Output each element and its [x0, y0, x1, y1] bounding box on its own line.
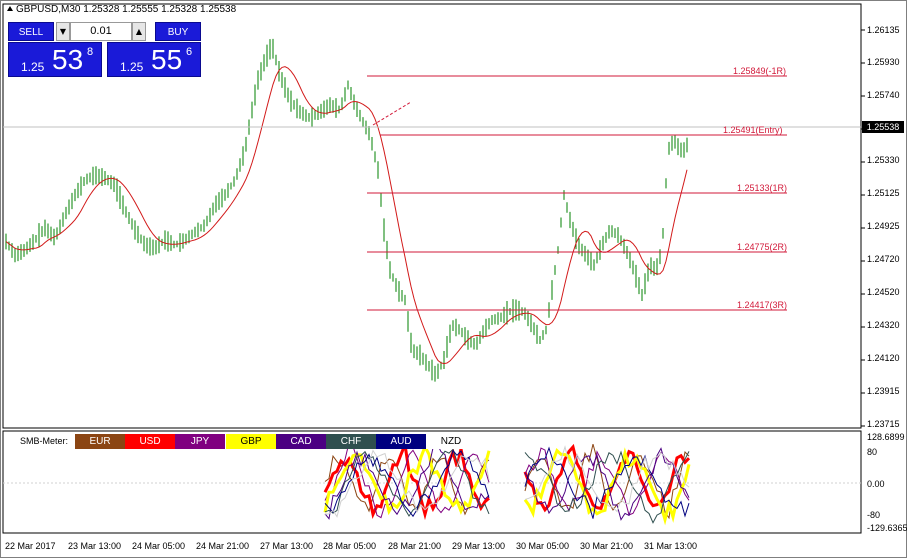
buy-price-fraction: 6 — [186, 46, 193, 58]
symbol-title-text: GBPUSD,M30 1.25328 1.25555 1.25328 1.255… — [16, 4, 237, 15]
price-axis-label: 1.25740 — [867, 90, 900, 100]
currency-button-chf[interactable]: CHF — [326, 434, 376, 449]
time-axis-label: 27 Mar 13:00 — [260, 541, 314, 551]
indicator-axis-label: 80 — [867, 447, 878, 457]
time-axis-label: 31 Mar 13:00 — [644, 541, 698, 551]
sell-price-prefix: 1.25 — [21, 60, 45, 74]
currency-button-usd[interactable]: USD — [125, 434, 175, 449]
time-axis-label: 30 Mar 05:00 — [516, 541, 570, 551]
price-axis-label: 1.23715 — [867, 419, 900, 429]
sell-button[interactable]: SELL — [8, 22, 54, 41]
time-axis-label: 24 Mar 21:00 — [196, 541, 250, 551]
lot-size-input[interactable]: 0.01 — [70, 22, 132, 41]
time-axis-label: 30 Mar 21:00 — [580, 541, 634, 551]
level-label-1r: 1.25133(1R) — [737, 183, 788, 193]
time-axis-label: 28 Mar 05:00 — [323, 541, 377, 551]
indicator-axis-label: 128.6899 — [867, 432, 905, 442]
buy-price-pips: 55 — [151, 44, 183, 75]
price-axis-label: 1.24320 — [867, 320, 900, 330]
price-axis-label: 1.25125 — [867, 188, 900, 198]
price-axis-label: 1.24120 — [867, 353, 900, 363]
time-axis-label: 24 Mar 05:00 — [132, 541, 186, 551]
indicator-axis-label: 0.00 — [867, 479, 885, 489]
sell-price-box[interactable]: 1.25 53 8 — [8, 42, 102, 77]
level-label-minus-1r: 1.25849(-1R) — [733, 66, 787, 76]
symbol-title: GBPUSD,M30 1.25328 1.25555 1.25328 1.255… — [7, 4, 236, 15]
time-axis-label: 28 Mar 21:00 — [388, 541, 442, 551]
buy-price-prefix: 1.25 — [120, 60, 144, 74]
sell-price-fraction: 8 — [87, 46, 94, 58]
currency-button-cad[interactable]: CAD — [276, 434, 326, 449]
currency-button-jpy[interactable]: JPY — [175, 434, 225, 449]
time-axis-label: 29 Mar 13:00 — [452, 541, 506, 551]
level-label-entry: 1.25491(Entry) — [723, 125, 783, 135]
price-axis-label: 1.25330 — [867, 155, 900, 165]
time-axis-label: 22 Mar 2017 — [5, 541, 56, 551]
sell-price-pips: 53 — [52, 44, 84, 75]
indicator-axis-label: -80 — [867, 510, 881, 520]
price-axis-label: 1.24925 — [867, 221, 900, 231]
level-label-2r: 1.24775(2R) — [737, 242, 788, 252]
price-axis-label: 1.25930 — [867, 57, 900, 67]
price-axis-label: 1.26135 — [867, 25, 900, 35]
buy-button[interactable]: BUY — [155, 22, 201, 41]
currency-button-eur[interactable]: EUR — [75, 434, 125, 449]
currency-button-gbp[interactable]: GBP — [226, 434, 276, 449]
currency-button-aud[interactable]: AUD — [376, 434, 426, 449]
indicator-axis-label: -129.6365 — [867, 523, 907, 533]
one-click-trading-panel: SELL ▼ 0.01 ▲ BUY 1.25 53 8 1.25 55 6 — [8, 22, 201, 78]
indicator-name: SMB-Meter: — [20, 436, 69, 446]
current-price-tag: 1.25538 — [862, 121, 904, 133]
collapse-triangle-icon[interactable] — [7, 6, 13, 11]
price-axis-label: 1.24720 — [867, 254, 900, 264]
currency-button-nzd[interactable]: NZD — [426, 434, 476, 449]
price-axis-label: 1.24520 — [867, 287, 900, 297]
lot-increase-icon[interactable]: ▲ — [132, 22, 146, 41]
time-axis-label: 23 Mar 13:00 — [68, 541, 122, 551]
smb-meter-chart — [3, 438, 861, 526]
lot-decrease-icon[interactable]: ▼ — [56, 22, 70, 41]
buy-price-box[interactable]: 1.25 55 6 — [107, 42, 201, 77]
price-axis-label: 1.23915 — [867, 386, 900, 396]
level-label-3r: 1.24417(3R) — [737, 300, 788, 310]
